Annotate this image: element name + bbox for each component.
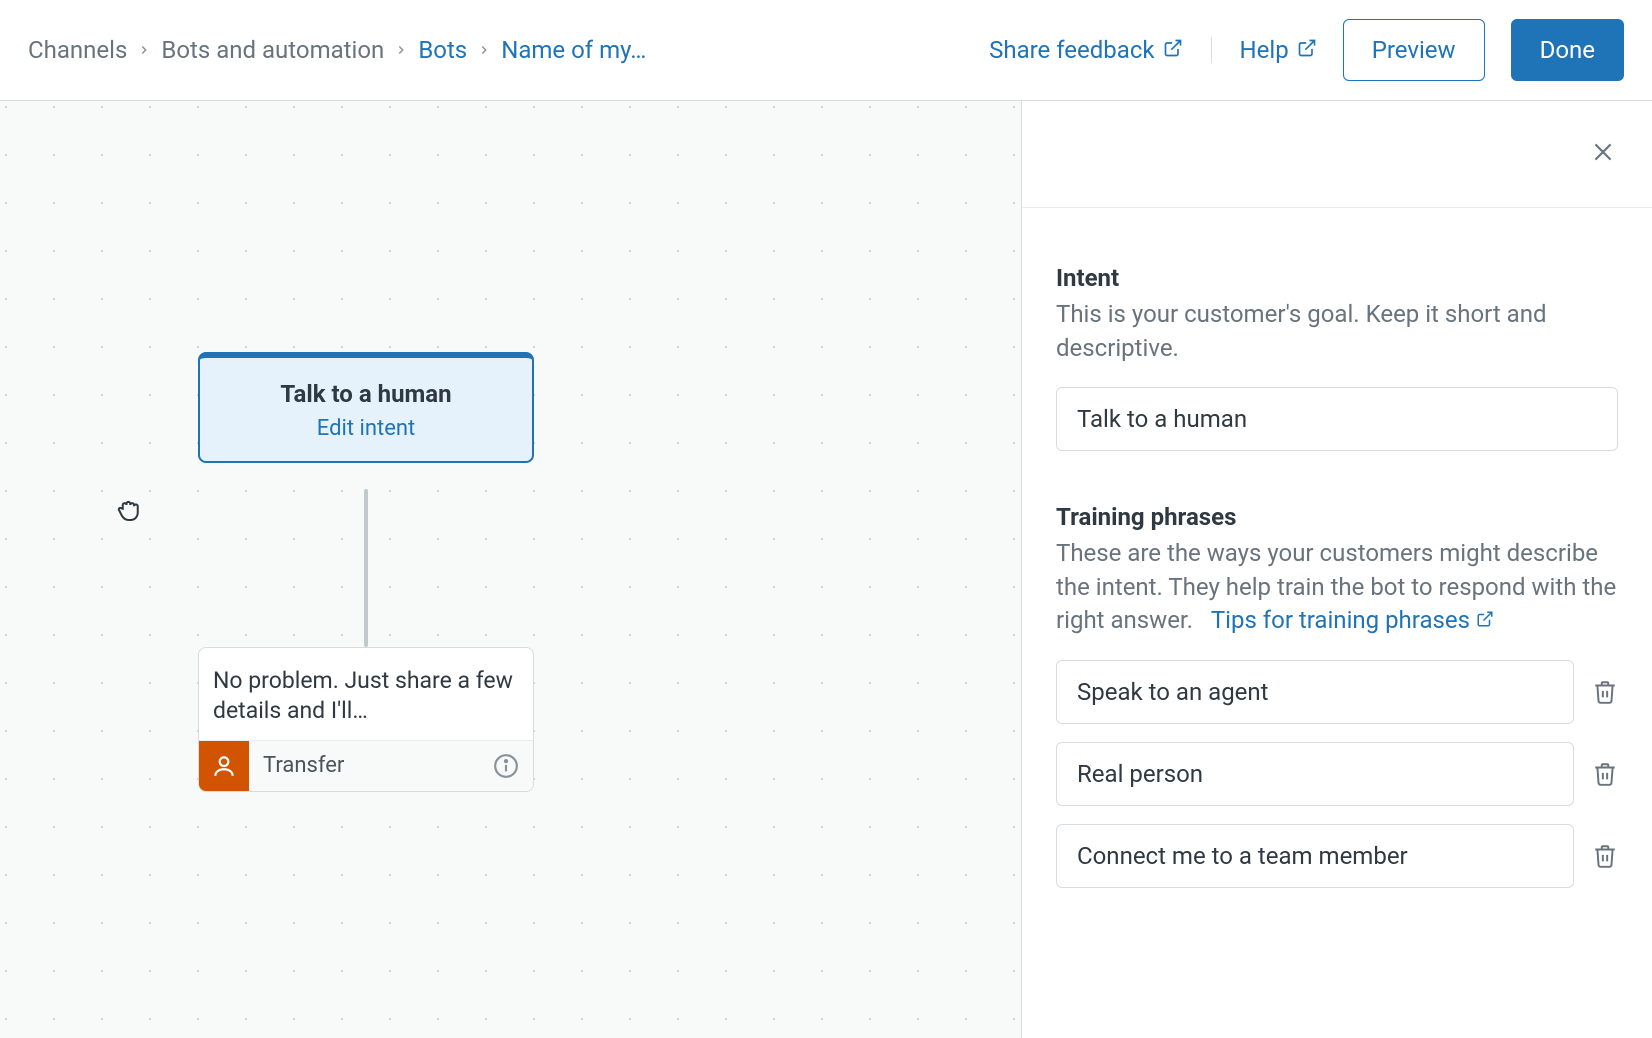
chevron-right-icon [137,39,151,61]
external-link-icon [1476,604,1494,638]
done-button[interactable]: Done [1511,19,1624,81]
tips-link[interactable]: Tips for training phrases [1211,604,1494,638]
phrase-row [1056,742,1618,806]
trash-icon[interactable] [1592,843,1618,869]
phrase-row [1056,660,1618,724]
divider [1211,37,1212,63]
preview-button[interactable]: Preview [1343,19,1485,81]
breadcrumb-item[interactable]: Bots and automation [161,36,384,64]
transfer-label: Transfer [249,753,493,778]
info-icon[interactable] [493,753,533,779]
breadcrumb-item[interactable]: Bots [418,36,467,64]
training-section-desc: These are the ways your customers might … [1056,537,1618,638]
transfer-user-icon [199,741,249,791]
intent-input[interactable] [1056,387,1618,451]
intent-section-title: Intent [1056,264,1618,292]
phrase-input[interactable] [1056,742,1574,806]
breadcrumb-item[interactable]: Channels [28,36,127,64]
intent-section-desc: This is your customer's goal. Keep it sh… [1056,298,1618,365]
panel-header [1022,101,1652,208]
phrase-input[interactable] [1056,824,1574,888]
external-link-icon [1163,36,1183,64]
training-section-title: Training phrases [1056,503,1618,531]
external-link-icon [1297,36,1317,64]
breadcrumb: Channels Bots and automation Bots Name o… [28,36,646,64]
edit-intent-link[interactable]: Edit intent [210,416,522,441]
node-connector [364,489,368,647]
close-icon[interactable] [1590,139,1616,169]
intent-node-title: Talk to a human [210,380,522,408]
header-actions: Share feedback Help Preview Done [989,19,1624,81]
transfer-row: Transfer [199,740,533,791]
response-node[interactable]: No problem. Just share a few details and… [198,647,534,792]
phrase-input[interactable] [1056,660,1574,724]
share-feedback-link[interactable]: Share feedback [989,36,1182,64]
chevron-right-icon [477,39,491,61]
flow-canvas[interactable]: Talk to a human Edit intent No problem. … [0,101,1022,1038]
grab-cursor-icon [114,495,144,529]
chevron-right-icon [394,39,408,61]
side-panel: Intent This is your customer's goal. Kee… [1022,101,1652,1038]
app-header: Channels Bots and automation Bots Name o… [0,0,1652,101]
response-text: No problem. Just share a few details and… [199,648,533,740]
intent-node[interactable]: Talk to a human Edit intent [198,352,534,463]
panel-body: Intent This is your customer's goal. Kee… [1022,208,1652,906]
breadcrumb-item-current[interactable]: Name of my… [501,36,646,64]
main-content: Talk to a human Edit intent No problem. … [0,101,1652,1038]
trash-icon[interactable] [1592,679,1618,705]
phrase-row [1056,824,1618,888]
trash-icon[interactable] [1592,761,1618,787]
help-link[interactable]: Help [1240,36,1317,64]
